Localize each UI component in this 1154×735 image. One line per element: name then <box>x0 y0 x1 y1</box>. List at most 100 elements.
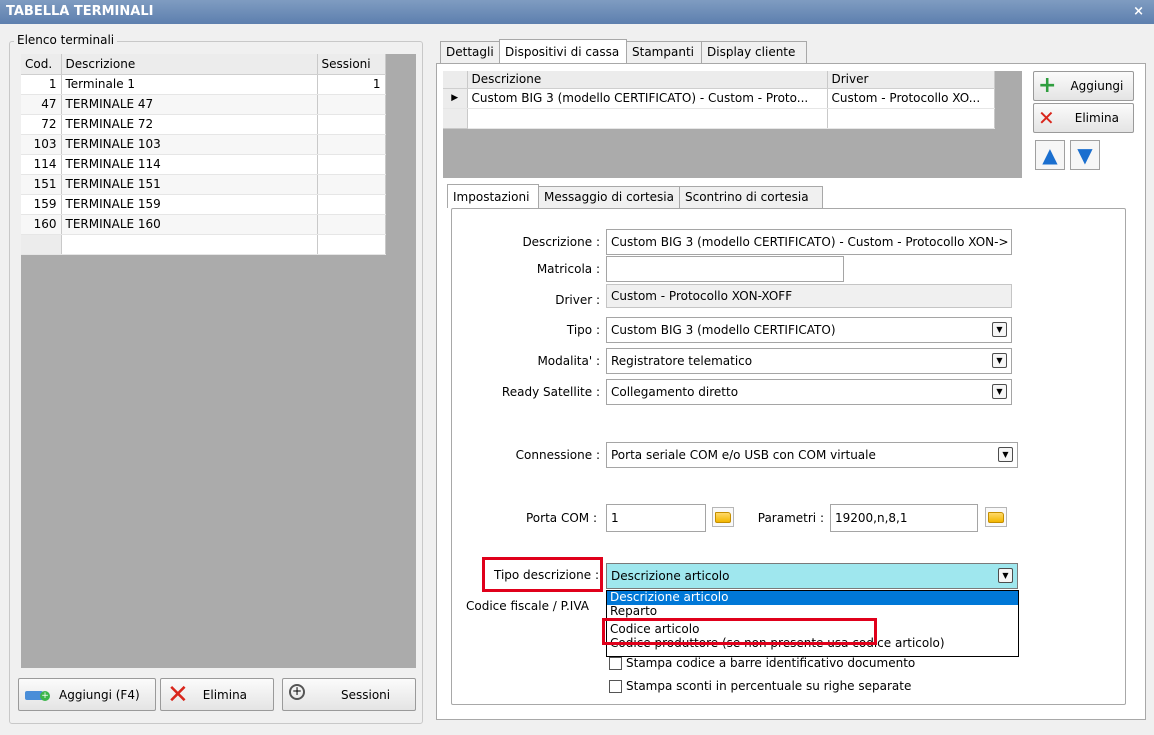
table-row-empty[interactable] <box>443 108 995 129</box>
cell-sessioni <box>317 134 386 155</box>
table-row[interactable]: 160 TERMINALE 160 <box>21 214 386 235</box>
modalita-value: Registratore telematico <box>611 354 753 368</box>
driver-label: Driver : <box>555 293 600 307</box>
table-row-empty[interactable] <box>21 234 386 255</box>
delete-x-icon: ✕ <box>167 679 189 710</box>
cell-descrizione: TERMINALE 114 <box>61 154 318 175</box>
cell-cod: 1 <box>21 74 62 95</box>
add-device-label: Aggiungi <box>1070 79 1124 93</box>
devices-header-row: Descrizione Driver <box>443 71 995 89</box>
cell-descrizione: TERMINALE 151 <box>61 174 318 195</box>
ready-satellite-select[interactable]: Collegamento diretto ▼ <box>606 379 1012 405</box>
cell-descrizione: Custom BIG 3 (modello CERTIFICATO) - Cus… <box>467 88 828 109</box>
main-tab-strip: Dettagli Dispositivi di cassa Stampanti … <box>440 39 810 63</box>
folder-icon <box>988 511 1004 523</box>
sessions-label: Sessioni <box>341 687 391 702</box>
cell-sessioni <box>317 194 386 215</box>
sconti-checkbox-label: Stampa sconti in percentuale su righe se… <box>626 679 912 693</box>
dropdown-option[interactable]: Descrizione articolo <box>607 591 1018 605</box>
zoom-in-icon: + <box>289 683 305 700</box>
parametri-input[interactable]: 19200,n,8,1 <box>830 504 978 532</box>
col-header-descrizione[interactable]: Descrizione <box>61 54 318 75</box>
matricola-input[interactable] <box>606 256 844 282</box>
porta-com-label: Porta COM : <box>526 511 597 525</box>
tab-display-cliente[interactable]: Display cliente <box>701 41 807 63</box>
ready-satellite-label: Ready Satellite : <box>501 385 600 399</box>
tab-dispositivi-di-cassa[interactable]: Dispositivi di cassa <box>499 39 627 63</box>
chevron-down-icon[interactable]: ▼ <box>998 447 1013 462</box>
cell-sessioni: 1 <box>317 74 386 95</box>
parametri-label: Parametri : <box>757 511 824 525</box>
add-terminal-label: Aggiungi (F4) <box>59 687 140 702</box>
delete-terminal-label: Elimina <box>202 687 248 702</box>
table-row[interactable]: 1 Terminale 1 1 <box>21 74 386 95</box>
driver-field: Custom - Protocollo XON-XOFF <box>606 284 1012 308</box>
add-device-icon: + <box>25 688 50 702</box>
cell-descrizione: TERMINALE 159 <box>61 194 318 215</box>
tab-stampanti[interactable]: Stampanti <box>626 41 702 63</box>
col-header-sessioni[interactable]: Sessioni <box>317 54 386 75</box>
cell-cod: 47 <box>21 94 62 115</box>
chevron-down-icon[interactable]: ▼ <box>992 353 1007 368</box>
table-row[interactable]: ▶ Custom BIG 3 (modello CERTIFICATO) - C… <box>443 88 995 109</box>
tab-impostazioni[interactable]: Impostazioni <box>447 184 539 208</box>
descrizione-input[interactable]: Custom BIG 3 (modello CERTIFICATO) - Cus… <box>606 229 1012 255</box>
barcode-checkbox-label: Stampa codice a barre identificativo doc… <box>626 656 916 670</box>
table-row[interactable]: 151 TERMINALE 151 <box>21 174 386 195</box>
tab-scontrino-di-cortesia[interactable]: Scontrino di cortesia <box>679 186 823 208</box>
sessions-button[interactable]: + Sessioni <box>282 678 416 711</box>
chevron-down-icon[interactable]: ▼ <box>998 568 1013 583</box>
dropdown-option[interactable]: Reparto <box>607 605 1018 619</box>
table-row[interactable]: 72 TERMINALE 72 <box>21 114 386 135</box>
chevron-down-icon[interactable]: ▼ <box>992 322 1007 337</box>
move-up-button[interactable]: ▲ <box>1035 140 1065 170</box>
col-header-driver[interactable]: Driver <box>827 71 995 89</box>
tipo-label: Tipo : <box>566 323 600 337</box>
cell-cod: 151 <box>21 174 62 195</box>
tab-messaggio-di-cortesia[interactable]: Messaggio di cortesia <box>538 186 680 208</box>
codice-articolo-callout <box>602 618 877 645</box>
tipo-select[interactable]: Custom BIG 3 (modello CERTIFICATO) ▼ <box>606 317 1012 343</box>
tipo-descrizione-select[interactable]: Descrizione articolo ▼ <box>606 563 1018 589</box>
connessione-label: Connessione : <box>515 448 600 462</box>
modalita-select[interactable]: Registratore telematico ▼ <box>606 348 1012 374</box>
tab-dettagli[interactable]: Dettagli <box>440 41 500 63</box>
cell-cod: 72 <box>21 114 62 135</box>
parametri-browse-button[interactable] <box>985 507 1007 527</box>
modalita-label: Modalita' : <box>537 354 600 368</box>
window-title: TABELLA TERMINALI <box>0 0 1154 24</box>
arrow-up-icon: ▲ <box>1042 143 1058 167</box>
barcode-checkbox[interactable] <box>609 656 622 670</box>
col-header-descrizione[interactable]: Descrizione <box>467 71 828 89</box>
chevron-down-icon[interactable]: ▼ <box>992 384 1007 399</box>
delete-terminal-button[interactable]: ✕ Elimina <box>160 678 274 711</box>
table-row[interactable]: 47 TERMINALE 47 <box>21 94 386 115</box>
table-row[interactable]: 159 TERMINALE 159 <box>21 194 386 215</box>
connessione-select[interactable]: Porta seriale COM e/o USB con COM virtua… <box>606 442 1018 468</box>
close-icon[interactable]: × <box>1133 0 1144 24</box>
add-terminal-button[interactable]: + Aggiungi (F4) <box>18 678 156 711</box>
sconti-checkbox[interactable] <box>609 679 622 693</box>
devices-table[interactable]: Descrizione Driver ▶ Custom BIG 3 (model… <box>443 71 995 129</box>
connessione-value: Porta seriale COM e/o USB con COM virtua… <box>611 448 876 462</box>
delete-device-label: Elimina <box>1074 111 1119 125</box>
terminals-table[interactable]: Cod. Descrizione Sessioni 1 Terminale 1 … <box>21 54 386 255</box>
cell-sessioni <box>317 94 386 115</box>
table-row[interactable]: 114 TERMINALE 114 <box>21 154 386 175</box>
col-header-cod[interactable]: Cod. <box>21 54 62 75</box>
cell-descrizione: Terminale 1 <box>61 74 318 95</box>
barcode-checkbox-row[interactable]: Stampa codice a barre identificativo doc… <box>609 656 915 670</box>
move-down-button[interactable]: ▼ <box>1070 140 1100 170</box>
ready-satellite-value: Collegamento diretto <box>611 385 739 399</box>
add-device-button[interactable]: + Aggiungi <box>1033 71 1134 101</box>
porta-com-input[interactable]: 1 <box>606 504 706 532</box>
sconti-checkbox-row[interactable]: Stampa sconti in percentuale su righe se… <box>609 679 911 693</box>
cell-cod: 103 <box>21 134 62 155</box>
tipo-descrizione-value: Descrizione articolo <box>611 569 730 583</box>
plus-icon: + <box>1038 73 1057 98</box>
cell-cod: 114 <box>21 154 62 175</box>
table-row[interactable]: 103 TERMINALE 103 <box>21 134 386 155</box>
tipo-value: Custom BIG 3 (modello CERTIFICATO) <box>611 323 836 337</box>
arrow-down-icon: ▼ <box>1077 143 1093 167</box>
delete-device-button[interactable]: ✕ Elimina <box>1033 103 1134 133</box>
